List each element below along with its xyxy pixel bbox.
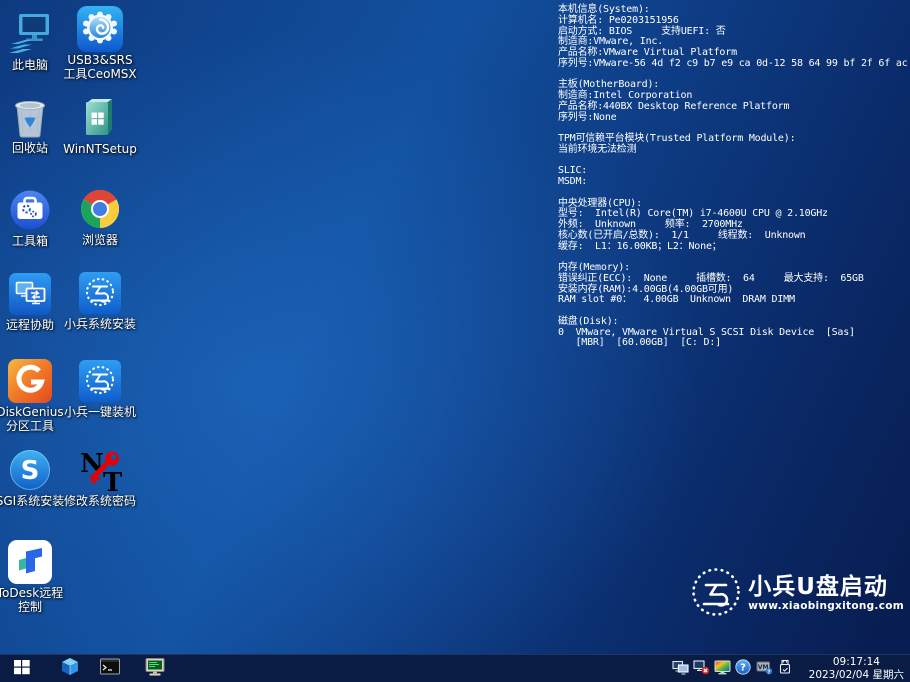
desktop-icon-label: 浏览器 xyxy=(54,233,146,247)
dual-display-icon xyxy=(672,659,689,679)
taskbar-button-pe-explorer[interactable] xyxy=(141,655,169,682)
chrome-icon xyxy=(79,185,121,232)
winntsetup-icon xyxy=(79,94,121,141)
svg-text:T: T xyxy=(103,468,122,492)
taskbar-button-pe-tools[interactable] xyxy=(56,655,84,682)
sgi-icon: S xyxy=(8,446,52,493)
tray-dual-display[interactable] xyxy=(671,660,689,678)
remote-assist-icon xyxy=(9,270,51,317)
svg-text:?: ? xyxy=(767,669,770,675)
vm-monitor-icon: VM? xyxy=(756,659,773,679)
desktop-icon-label: 小兵一键装机 xyxy=(54,405,146,419)
toolbox-icon xyxy=(9,186,51,233)
pe-cube-icon xyxy=(59,656,81,682)
taskbar-button-start[interactable] xyxy=(8,655,36,682)
sysinfo-line: 当前环境无法检测 xyxy=(558,145,908,156)
sysinfo-line: RAM slot #0： 4.00GB Unknown DRAM DIMM xyxy=(558,295,908,306)
sysinfo-line: 核心数(已开启/总数): 1/1 线程数: Unknown xyxy=(558,231,908,242)
nt-password-icon: NT xyxy=(78,446,122,493)
sysinfo-line: 缓存: L1：16.00KB；L2：None； xyxy=(558,242,908,253)
tray-vm-tools[interactable]: VM? xyxy=(755,660,773,678)
taskbar-button-command-prompt[interactable] xyxy=(96,655,124,682)
watermark-url: www.xiaobingxitong.com xyxy=(748,600,904,613)
sysinfo-line: MSDM: xyxy=(558,177,908,188)
sysinfo-line xyxy=(558,188,908,199)
tray-network-status[interactable] xyxy=(692,660,710,678)
windows-start-icon xyxy=(12,657,32,681)
desktop-icon-winntsetup[interactable]: WinNTSetup xyxy=(57,94,143,156)
desktop-icon-label: WinNTSetup xyxy=(54,142,146,156)
pe-monitor-icon xyxy=(144,656,166,682)
recycle-bin-icon xyxy=(8,93,52,140)
svg-text:N: N xyxy=(80,449,104,479)
taskbar-clock[interactable]: 09:17:14 2023/02/04 星期六 xyxy=(794,656,908,681)
usb-tool-icon xyxy=(77,5,123,52)
sysinfo-line: SLIC: xyxy=(558,166,908,177)
sysinfo-line: 磁盘(Disk): xyxy=(558,317,908,328)
xiaobing-icon xyxy=(79,357,121,404)
desktop-icon-usb3-srs-tool[interactable]: USB3&SRS 工具CeoMSX xyxy=(57,5,143,81)
sysinfo-line: 序列号:None xyxy=(558,113,908,124)
svg-text:?: ? xyxy=(740,662,746,673)
desktop-icon-todesk[interactable]: ToDesk远程 控制 xyxy=(0,538,73,614)
diskgenius-icon xyxy=(8,357,52,404)
tray-display-settings[interactable] xyxy=(713,660,731,678)
watermark-text: 小兵U盘启动 www.xiaobingxitong.com xyxy=(748,574,904,613)
sysinfo-line: 计算机名: Pe0203151956 xyxy=(558,16,908,27)
sysinfo-line: 序列号:VMware-56 4d f2 c9 b7 e9 ca 0d-12 58… xyxy=(558,59,908,70)
display-color-icon xyxy=(714,659,731,679)
help-icon: ? xyxy=(735,659,751,679)
clock-time: 09:17:14 xyxy=(794,656,904,669)
desktop-icon-label: ToDesk远程 控制 xyxy=(0,586,76,614)
clock-date: 2023/02/04 星期六 xyxy=(794,669,904,682)
xiaobing-icon xyxy=(79,269,121,316)
desktop-icon-label: 小兵系统安装 xyxy=(54,317,146,331)
system-tray: ?VM? xyxy=(671,655,794,682)
taskbar: ?VM? 09:17:14 2023/02/04 星期六 xyxy=(0,654,910,682)
sysinfo-line xyxy=(558,156,908,167)
sysinfo-line: [MBR] [60.00GB] [C: D:] xyxy=(558,338,908,349)
watermark-title: 小兵U盘启动 xyxy=(748,574,904,600)
cmd-icon xyxy=(99,656,121,682)
desktop-icon-label: 修改系统密码 xyxy=(54,494,146,508)
sysinfo-line: 产品名称:440BX Desktop Reference Platform xyxy=(558,102,908,113)
sysinfo-line: 错误纠正(ECC): None 插槽数: 64 最大支持: 65GB xyxy=(558,274,908,285)
desktop-icon-label: USB3&SRS 工具CeoMSX xyxy=(54,53,146,81)
desktop-icon-xiaobing-install[interactable]: 小兵系统安装 xyxy=(57,269,143,331)
tray-help[interactable]: ? xyxy=(734,660,752,678)
computer-icon xyxy=(8,10,52,57)
desktop-icon-xiaobing-onekey[interactable]: 小兵一键装机 xyxy=(57,357,143,419)
todesk-icon xyxy=(8,538,52,585)
desktop-icon-browser[interactable]: 浏览器 xyxy=(57,185,143,247)
usb-eject-icon xyxy=(778,659,792,679)
tray-usb-eject[interactable] xyxy=(776,660,794,678)
system-info-panel: 本机信息(System):计算机名: Pe0203151956启动方式: BIO… xyxy=(558,5,908,349)
watermark: 小兵U盘启动 www.xiaobingxitong.com xyxy=(689,566,904,620)
svg-text:S: S xyxy=(21,456,40,486)
network-error-icon xyxy=(693,659,710,679)
desktop-icon-change-password[interactable]: NT修改系统密码 xyxy=(57,446,143,508)
xiaobing-logo-icon xyxy=(689,566,743,620)
